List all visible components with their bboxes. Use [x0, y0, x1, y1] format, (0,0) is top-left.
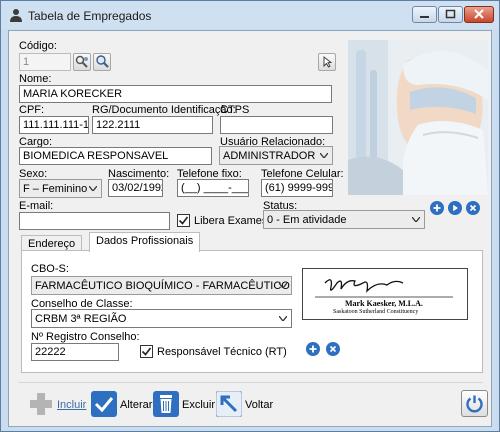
cbo-label: CBO-S:: [31, 263, 69, 275]
search-icon: [75, 55, 88, 68]
plus-icon: [30, 393, 52, 415]
cursor-icon: [323, 56, 333, 68]
client-area: Código: 1 Nome: MARIA KORECKER CPF: 111.…: [8, 30, 492, 427]
sexo-combo[interactable]: F – Feminino: [19, 179, 102, 198]
user-icon: [9, 8, 23, 22]
select-photo-button[interactable]: [318, 53, 336, 71]
status-value: 0 - Em atividade: [267, 214, 347, 226]
remove-status-button[interactable]: [466, 201, 480, 215]
telefone-field[interactable]: (__) ____-____: [177, 179, 249, 197]
rg-field[interactable]: 122.2111: [92, 116, 213, 134]
dados-profissionais-panel: CBO-S: FARMACÊUTICO BIOQUÍMICO - FARMACÊ…: [21, 250, 483, 373]
add-conselho-button[interactable]: [306, 342, 320, 356]
usuario-value: ADMINISTRADOR: [223, 150, 316, 162]
sexo-value: F – Feminino: [23, 183, 88, 195]
libera-exames-label: Libera Exames: [194, 215, 268, 227]
find-button[interactable]: [93, 53, 111, 71]
signature-name: Mark Kaesker, M.L.A.: [345, 299, 423, 308]
signature-org: Saskatoon Sutherland Constituency: [333, 309, 419, 315]
codigo-field[interactable]: 1: [19, 53, 71, 71]
libera-exames-checkbox[interactable]: [177, 214, 190, 227]
remove-icon: [329, 345, 337, 353]
responsavel-checkbox[interactable]: [140, 345, 153, 358]
ctps-field[interactable]: [220, 116, 333, 134]
nascimento-field[interactable]: 03/02/1992: [108, 179, 163, 197]
check-icon: [91, 391, 117, 417]
employee-photo: [348, 40, 488, 195]
app-window: Tabela de Empregados Código: 1 Nome: MAR…: [0, 0, 500, 432]
add-status-button[interactable]: [430, 201, 444, 215]
voltar-label: Voltar: [245, 399, 274, 411]
email-label: E-mail:: [19, 200, 54, 212]
rg-label: RG/Documento Identificação:: [92, 104, 236, 116]
nome-field[interactable]: MARIA KORECKER: [19, 85, 332, 103]
cargo-field[interactable]: BIOMEDICA RESPONSAVEL: [19, 147, 212, 165]
excluir-button[interactable]: Excluir: [153, 391, 216, 417]
power-button[interactable]: [461, 390, 488, 417]
celular-field[interactable]: (61) 9999-9999: [261, 179, 333, 197]
apply-status-button[interactable]: [448, 201, 462, 215]
signature-box: Mark Kaesker, M.L.A. Saskatoon Sutherlan…: [302, 268, 468, 320]
magnifier-icon: [96, 55, 109, 68]
remove-icon: [469, 204, 477, 212]
conselho-combo[interactable]: CRBM 3ª REGIÃO: [31, 309, 292, 328]
add-icon: [433, 204, 441, 212]
ctps-label: CTPS: [220, 104, 250, 116]
registro-field[interactable]: 22222: [31, 343, 119, 361]
responsavel-label: Responsável Técnico (RT): [157, 346, 287, 358]
voltar-button[interactable]: Voltar: [216, 391, 276, 417]
window-title: Tabela de Empregados: [28, 9, 152, 23]
chevron-down-icon: [320, 153, 328, 158]
check-icon: [178, 216, 189, 225]
chevron-down-icon: [279, 283, 287, 288]
chevron-down-icon: [279, 316, 287, 321]
power-icon: [466, 395, 483, 413]
title-bar: Tabela de Empregados: [1, 1, 499, 29]
usuario-combo[interactable]: ADMINISTRADOR: [219, 146, 333, 165]
codigo-label: Código:: [19, 40, 57, 52]
alterar-button[interactable]: Alterar: [91, 391, 153, 417]
conselho-value: CRBM 3ª REGIÃO: [35, 313, 127, 325]
cbo-value: FARMACÊUTICO BIOQUÍMICO - FARMACÊUTICO D…: [35, 280, 291, 292]
cpf-field[interactable]: 111.111.111-11: [19, 116, 89, 134]
close-button[interactable]: [464, 6, 494, 23]
cpf-label: CPF:: [19, 104, 45, 116]
minimize-button[interactable]: [412, 6, 437, 23]
trash-icon: [153, 391, 179, 417]
add-icon: [309, 345, 317, 353]
registro-label: Nº Registro Conselho:: [31, 331, 140, 343]
chevron-down-icon: [89, 186, 97, 191]
email-field[interactable]: [19, 212, 170, 230]
nome-label: Nome:: [19, 73, 52, 85]
search-user-button[interactable]: [73, 53, 91, 71]
tab-dados-profissionais[interactable]: Dados Profissionais: [89, 232, 201, 252]
incluir-button[interactable]: Incluir: [28, 391, 88, 417]
remove-conselho-button[interactable]: [326, 342, 340, 356]
chevron-down-icon: [412, 217, 420, 222]
play-icon: [453, 204, 458, 212]
excluir-label: Excluir: [182, 399, 216, 411]
alterar-label: Alterar: [120, 399, 153, 411]
action-toolbar: Incluir Alterar Excluir Voltar: [18, 382, 488, 422]
arrow-back-icon: [216, 391, 242, 417]
cbo-combo[interactable]: FARMACÊUTICO BIOQUÍMICO - FARMACÊUTICO D…: [31, 276, 292, 295]
incluir-label: Incluir: [57, 399, 87, 411]
status-combo[interactable]: 0 - Em atividade: [263, 210, 425, 229]
maximize-button[interactable]: [438, 6, 463, 23]
check-icon: [141, 347, 152, 356]
